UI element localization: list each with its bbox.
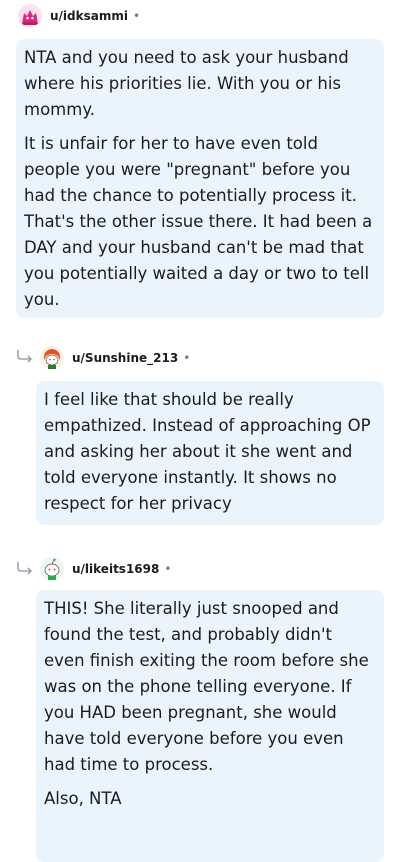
comment-idksammi: u/idksammi • NTA and you need to ask you… — [0, 0, 400, 330]
username[interactable]: u/likeits1698 — [72, 562, 159, 576]
comment-paragraph: I feel like that should be really empath… — [44, 390, 371, 513]
comment-paragraph: NTA and you need to ask your husband whe… — [24, 48, 349, 119]
comment-body: I feel like that should be really empath… — [36, 381, 384, 525]
username[interactable]: u/Sunshine_213 — [72, 351, 178, 365]
pink-avatar-icon[interactable] — [18, 4, 42, 28]
comment-header: u/likeits1698 • — [40, 557, 171, 581]
separator-dot: • — [132, 9, 141, 23]
separator-dot: • — [183, 351, 191, 365]
comment-sunshine-213: u/Sunshine_213 • I feel like that should… — [0, 330, 400, 530]
comment-header: u/idksammi • — [18, 4, 140, 28]
comment-body: NTA and you need to ask your husband whe… — [16, 39, 384, 318]
orange-hair-avatar-icon[interactable] — [40, 346, 64, 370]
reply-arrow-icon — [17, 562, 33, 575]
separator-dot: • — [164, 562, 172, 576]
username[interactable]: u/idksammi — [50, 9, 128, 23]
comment-header: u/Sunshine_213 • — [40, 346, 190, 370]
comment-body: THIS! She literally just snooped and fou… — [36, 590, 384, 862]
reply-arrow-icon — [17, 350, 33, 363]
comment-paragraph: THIS! She literally just snooped and fou… — [44, 599, 369, 774]
comment-likeits1698: u/likeits1698 • THIS! She literally just… — [0, 545, 400, 862]
green-snoo-avatar-icon[interactable] — [40, 557, 64, 581]
comment-paragraph: It is unfair for her to have even told p… — [24, 134, 373, 309]
comment-paragraph: Also, NTA — [44, 789, 122, 808]
